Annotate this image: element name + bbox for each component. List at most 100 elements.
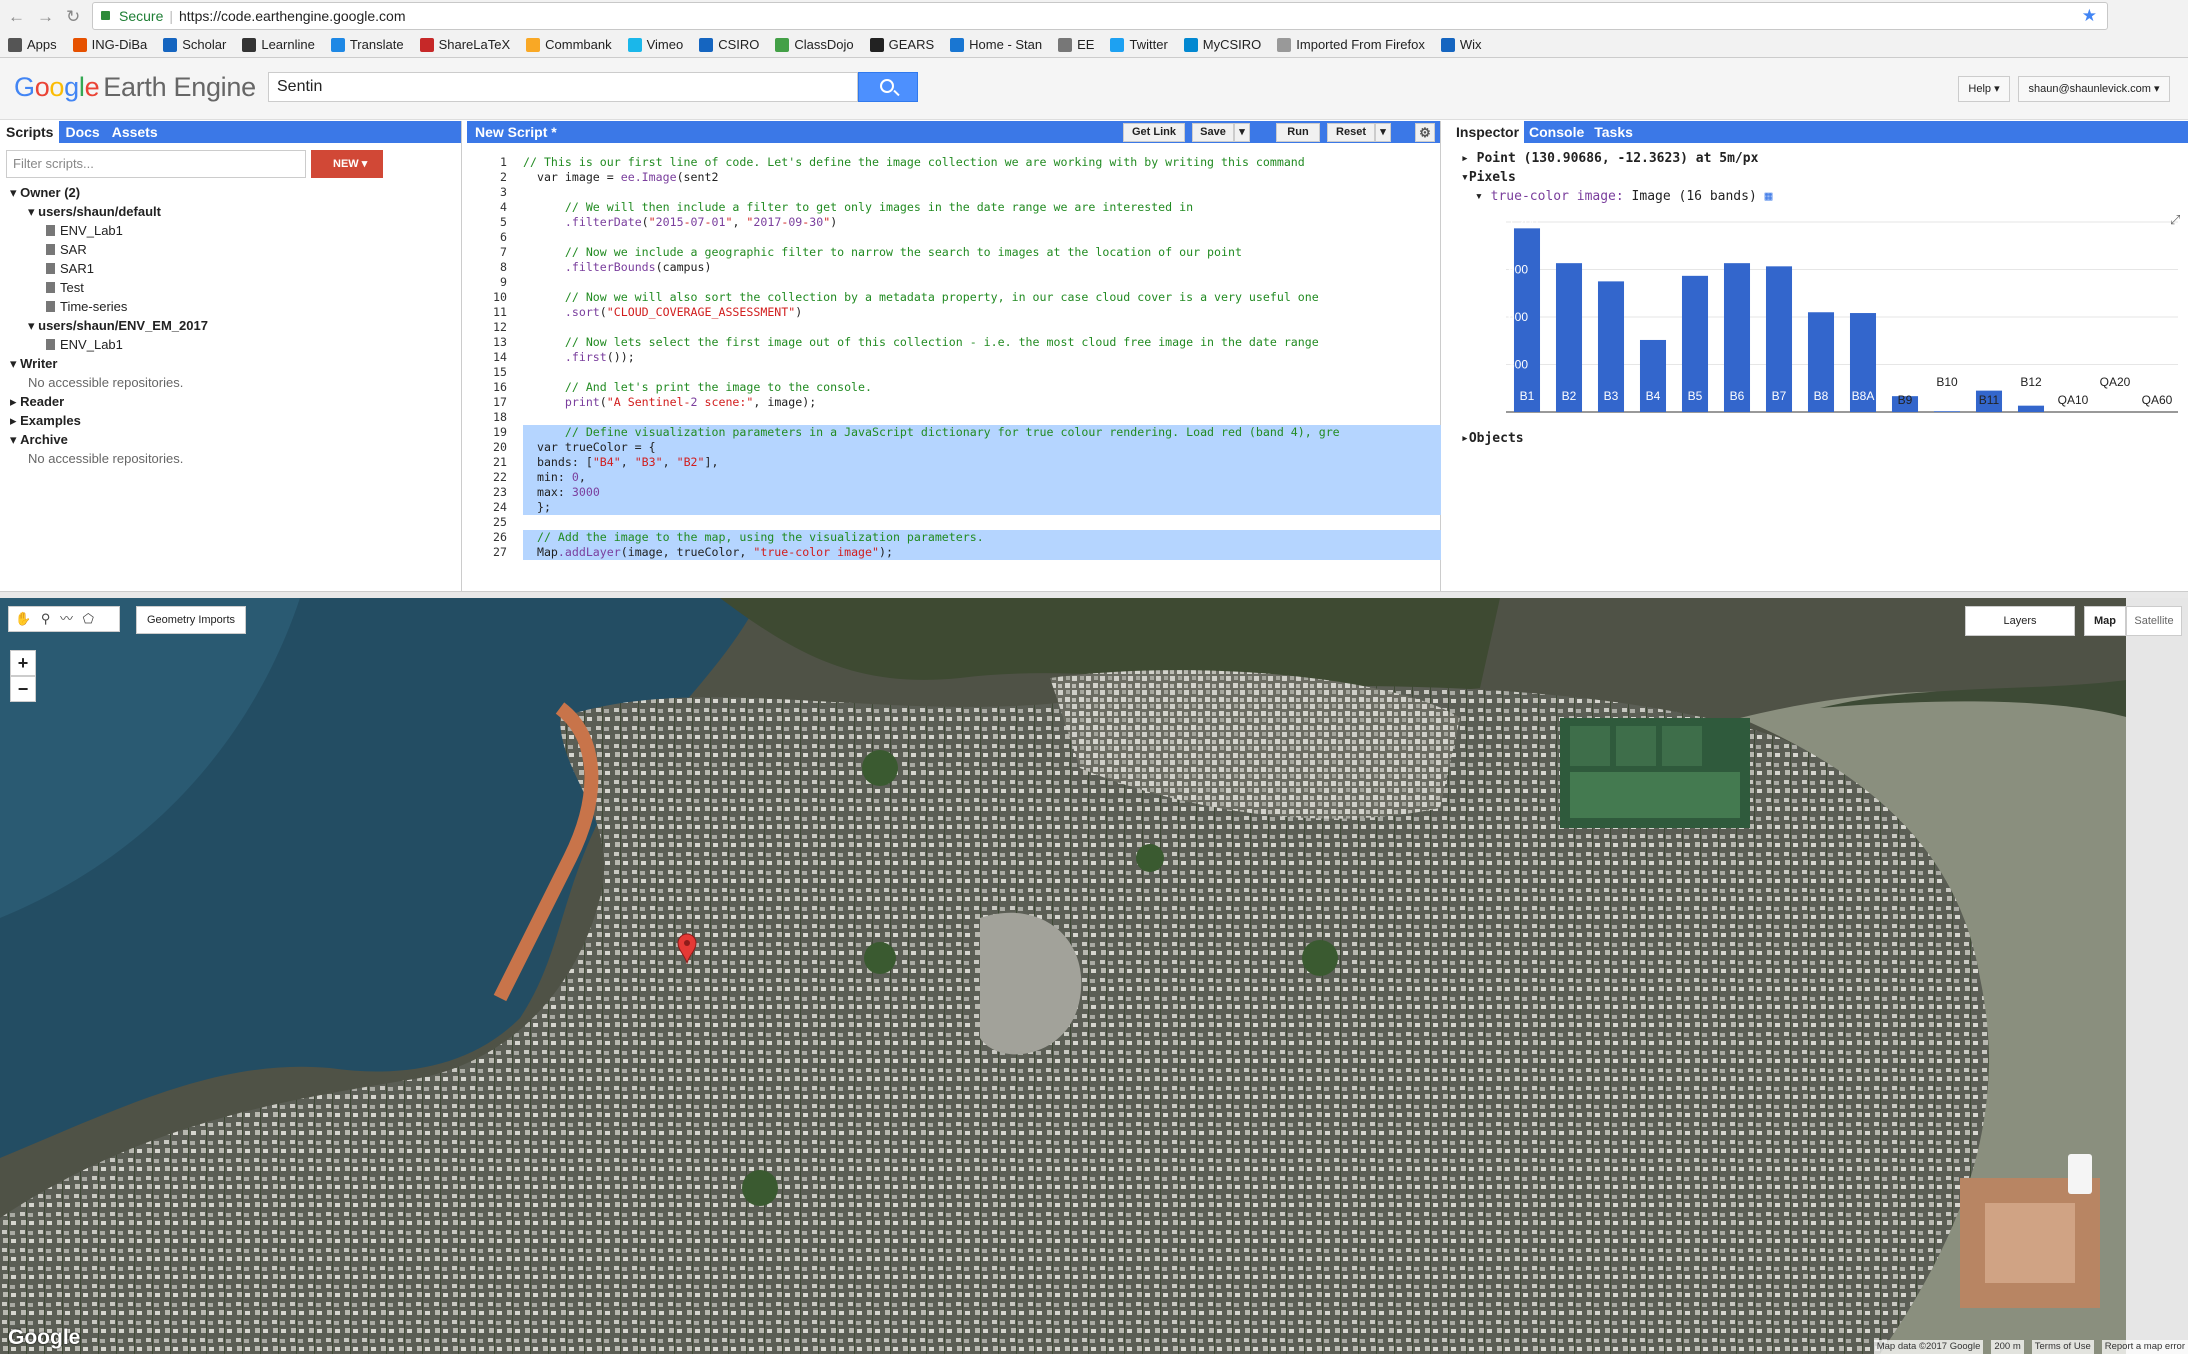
table-icon[interactable]: ▦: [1765, 189, 1773, 204]
back-icon[interactable]: ←: [8, 6, 25, 28]
line-icon[interactable]: 〰: [60, 611, 73, 626]
tab-console[interactable]: Console: [1524, 121, 1589, 143]
report-error-link[interactable]: Report a map error: [2101, 1340, 2188, 1354]
bookmark-sharelatex[interactable]: ShareLaTeX: [419, 34, 510, 56]
code-line[interactable]: 21 bands: ["B4", "B3", "B2"],: [467, 455, 1441, 470]
terms-link[interactable]: Terms of Use: [2031, 1340, 2094, 1354]
code-line[interactable]: 27 Map.addLayer(image, trueColor, "true-…: [467, 545, 1441, 560]
tab-scripts[interactable]: Scripts: [0, 121, 60, 143]
panel-splitter[interactable]: [0, 591, 2188, 598]
chart-bar-b10[interactable]: [1933, 411, 1961, 412]
code-line[interactable]: 8 .filterBounds(campus): [467, 260, 1441, 275]
code-line[interactable]: 15: [467, 365, 1441, 380]
map-type-map-button[interactable]: Map: [2084, 606, 2126, 636]
code-line[interactable]: 26 // Add the image to the map, using th…: [467, 530, 1441, 545]
search-button[interactable]: [858, 72, 918, 102]
script-file[interactable]: SAR: [0, 240, 460, 259]
zoom-in-button[interactable]: +: [10, 650, 36, 676]
tree-folder[interactable]: ▾ users/shaun/ENV_EM_2017: [0, 316, 460, 335]
objects-row[interactable]: ▸Objects: [1461, 431, 1524, 446]
layer-row[interactable]: ▾ true-color image: Image (16 bands) ▦: [1461, 187, 1772, 206]
code-area[interactable]: 1 // This is our first line of code. Let'…: [467, 155, 1441, 560]
code-line[interactable]: 5 .filterDate("2015-07-01", "2017-09-30"…: [467, 215, 1441, 230]
script-file[interactable]: Test: [0, 278, 460, 297]
code-line[interactable]: 3: [467, 185, 1441, 200]
code-line[interactable]: 13 // Now lets select the first image ou…: [467, 335, 1441, 350]
tab-tasks[interactable]: Tasks: [1589, 121, 1638, 143]
run-button[interactable]: Run: [1276, 123, 1320, 142]
code-line[interactable]: 12: [467, 320, 1441, 335]
bookmark-gears[interactable]: GEARS: [869, 34, 934, 56]
gear-icon[interactable]: ⚙: [1415, 123, 1435, 142]
bookmark-ing-diba[interactable]: ING-DiBa: [72, 34, 147, 56]
bookmark-apps[interactable]: Apps: [8, 34, 57, 56]
map-type-satellite-button[interactable]: Satellite: [2126, 606, 2182, 636]
bookmark-learnline[interactable]: Learnline: [242, 34, 315, 56]
pixels-row[interactable]: ▾Pixels: [1461, 168, 1772, 187]
script-file[interactable]: ENV_Lab1: [0, 221, 460, 240]
forward-icon[interactable]: →: [37, 6, 54, 28]
map-view[interactable]: ✋ ⚲ 〰 ⬠ Geometry Imports + − Layers Map …: [0, 598, 2188, 1354]
save-button[interactable]: Save: [1192, 123, 1234, 142]
expand-chart-icon[interactable]: ⤢: [2170, 212, 2180, 227]
pegman-icon[interactable]: [2068, 1154, 2092, 1194]
hand-icon[interactable]: ✋: [15, 611, 31, 626]
layers-button[interactable]: Layers: [1965, 606, 2075, 636]
filter-scripts-input[interactable]: Filter scripts...: [6, 150, 306, 178]
script-file[interactable]: SAR1: [0, 259, 460, 278]
reset-button[interactable]: Reset: [1327, 123, 1375, 142]
tree-folder[interactable]: ▸ Examples: [0, 411, 460, 430]
get-link-button[interactable]: Get Link: [1123, 123, 1185, 142]
code-line[interactable]: 1 // This is our first line of code. Let'…: [467, 155, 1441, 170]
bookmark-translate[interactable]: Translate: [330, 34, 404, 56]
code-line[interactable]: 22 min: 0,: [467, 470, 1441, 485]
new-button[interactable]: NEW ▾: [311, 150, 383, 178]
address-bar[interactable]: Secure | https://code.earthengine.google.c…: [92, 2, 2108, 30]
help-button[interactable]: Help ▾: [1958, 76, 2010, 102]
bookmark-csiro[interactable]: CSIRO: [699, 34, 759, 56]
code-line[interactable]: 24 };: [467, 500, 1441, 515]
bookmark-classdojo[interactable]: ClassDojo: [775, 34, 854, 56]
point-marker-icon[interactable]: ⚲: [41, 611, 51, 626]
code-line[interactable]: 4 // We will then include a filter to ge…: [467, 200, 1441, 215]
bookmark-vimeo[interactable]: Vimeo: [627, 34, 683, 56]
logo[interactable]: Google Earth Engine: [14, 72, 256, 103]
bookmark-mycsiro[interactable]: MyCSIRO: [1183, 34, 1261, 56]
bookmark-home-stan[interactable]: Home - Stan: [950, 34, 1042, 56]
point-row[interactable]: ▸ Point (130.90686, -12.3623) at 5m/px: [1461, 149, 1772, 168]
code-line[interactable]: 16 // And let's print the image to the c…: [467, 380, 1441, 395]
polygon-icon[interactable]: ⬠: [83, 611, 94, 626]
bookmark-commbank[interactable]: Commbank: [526, 34, 612, 56]
bookmark-ee[interactable]: EE: [1058, 34, 1094, 56]
script-file[interactable]: ENV_Lab1: [0, 335, 460, 354]
reset-dropdown-icon[interactable]: ▾: [1375, 123, 1391, 142]
map-pin-icon[interactable]: [676, 932, 698, 964]
tree-folder[interactable]: ▾ Writer: [0, 354, 460, 373]
code-line[interactable]: 6: [467, 230, 1441, 245]
save-dropdown-icon[interactable]: ▾: [1234, 123, 1250, 142]
code-line[interactable]: 23 max: 3000: [467, 485, 1441, 500]
tree-folder[interactable]: ▾ Archive: [0, 430, 460, 449]
tab-inspector[interactable]: Inspector: [1451, 121, 1525, 143]
code-line[interactable]: 2 var image = ee.Image(sent2: [467, 170, 1441, 185]
bookmark-star-icon[interactable]: ★: [2082, 3, 2097, 29]
code-line[interactable]: 11 .sort("CLOUD_COVERAGE_ASSESSMENT"): [467, 305, 1441, 320]
tree-folder[interactable]: ▾ users/shaun/default: [0, 202, 460, 221]
code-line[interactable]: 9: [467, 275, 1441, 290]
bookmark-imported-from-firefox[interactable]: Imported From Firefox: [1277, 34, 1425, 56]
code-line[interactable]: 17 print("A Sentinel-2 scene:", image);: [467, 395, 1441, 410]
code-line[interactable]: 20 var trueColor = {: [467, 440, 1441, 455]
code-line[interactable]: 7 // Now we include a geographic filter …: [467, 245, 1441, 260]
tab-assets[interactable]: Assets: [106, 121, 164, 143]
tab-docs[interactable]: Docs: [59, 121, 105, 143]
search-input[interactable]: Sentin: [268, 72, 858, 102]
code-line[interactable]: 14 .first());: [467, 350, 1441, 365]
chart-bar-b12[interactable]: [2017, 405, 2045, 412]
code-line[interactable]: 25: [467, 515, 1441, 530]
tree-folder[interactable]: ▸ Reader: [0, 392, 460, 411]
bookmark-wix[interactable]: Wix: [1440, 34, 1482, 56]
script-file[interactable]: Time-series: [0, 297, 460, 316]
code-line[interactable]: 10 // Now we will also sort the collecti…: [467, 290, 1441, 305]
bookmark-twitter[interactable]: Twitter: [1110, 34, 1168, 56]
user-account-button[interactable]: shaun@shaunlevick.com ▾: [2018, 76, 2170, 102]
